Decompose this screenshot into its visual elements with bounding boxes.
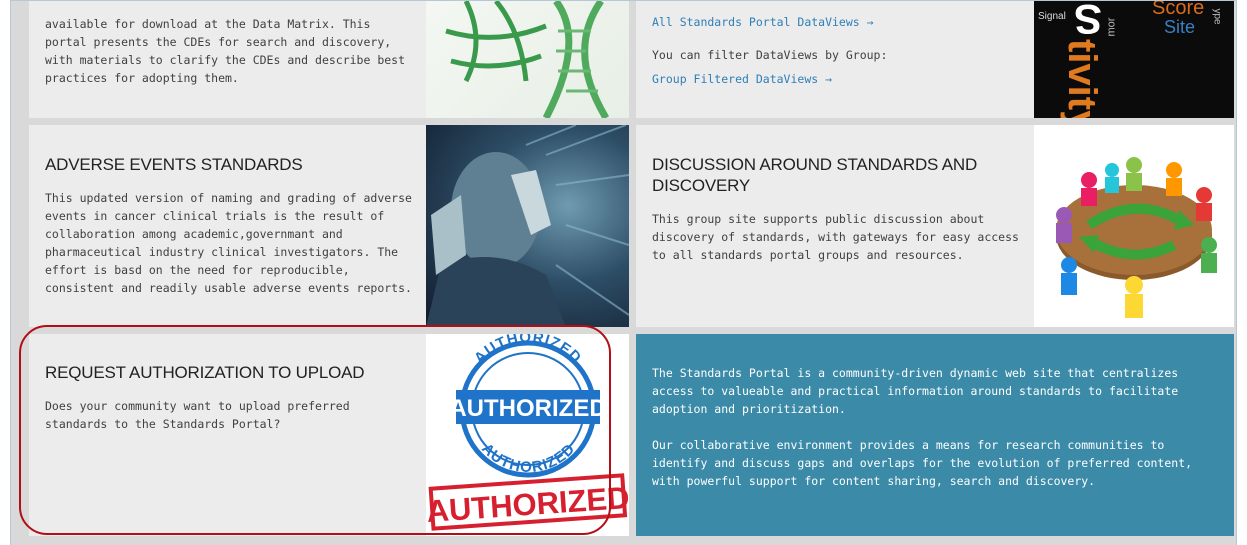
discussion-card: DISCUSSION AROUND STANDARDS AND DISCOVER… [636, 125, 1234, 327]
about-panel: The Standards Portal is a community-driv… [636, 334, 1234, 536]
request-authorization-title[interactable]: REQUEST AUTHORIZATION TO UPLOAD [45, 362, 415, 383]
discussion-description: This group site supports public discussi… [652, 212, 1019, 262]
word-cloud-image: Signal S mor tivity Score Site ype [1034, 1, 1234, 118]
svg-text:AUTHORIZED: AUTHORIZED [478, 440, 579, 476]
svg-text:AUTHORIZED: AUTHORIZED [471, 334, 585, 367]
about-paragraph-2: Our collaborative environment provides a… [652, 438, 1193, 488]
distressed-man-image [426, 125, 629, 327]
stamp-arc-bottom-text: AUTHORIZED [478, 440, 578, 476]
adverse-events-description: This updated version of naming and gradi… [45, 191, 412, 295]
stamp-main-text: AUTHORIZED [449, 395, 606, 422]
cde-card: available for download at the Data Matri… [29, 1, 629, 118]
authorized-stamp-image: AUTHORIZED AUTHORIZED AUTHORIZED AUTHORI… [426, 334, 629, 536]
dna-globe-image [426, 1, 629, 118]
discussion-title: DISCUSSION AROUND STANDARDS AND DISCOVER… [652, 155, 978, 195]
adverse-events-title: ADVERSE EVENTS STANDARDS [45, 155, 303, 174]
word-s: S [1074, 1, 1103, 43]
word-mor: mor [1105, 17, 1118, 37]
page-frame: available for download at the Data Matri… [10, 0, 1237, 545]
adverse-events-card: ADVERSE EVENTS STANDARDS This updated ve… [29, 125, 629, 327]
request-authorization-description: Does your community want to upload prefe… [45, 399, 350, 431]
word-tivity: tivity [1060, 39, 1104, 118]
word-site: Site [1164, 17, 1196, 37]
request-authorization-card[interactable]: REQUEST AUTHORIZATION TO UPLOAD Does you… [29, 334, 629, 536]
cde-description: available for download at the Data Matri… [45, 17, 406, 85]
word-signal: Signal [1038, 11, 1066, 22]
stamp-arc-top-text: AUTHORIZED [471, 334, 584, 367]
roundtable-image [1034, 125, 1234, 327]
dataviews-card: All Standards Portal DataViews → You can… [636, 1, 1234, 118]
word-ype: ype [1211, 8, 1223, 25]
about-paragraph-1: The Standards Portal is a community-driv… [652, 366, 1179, 416]
